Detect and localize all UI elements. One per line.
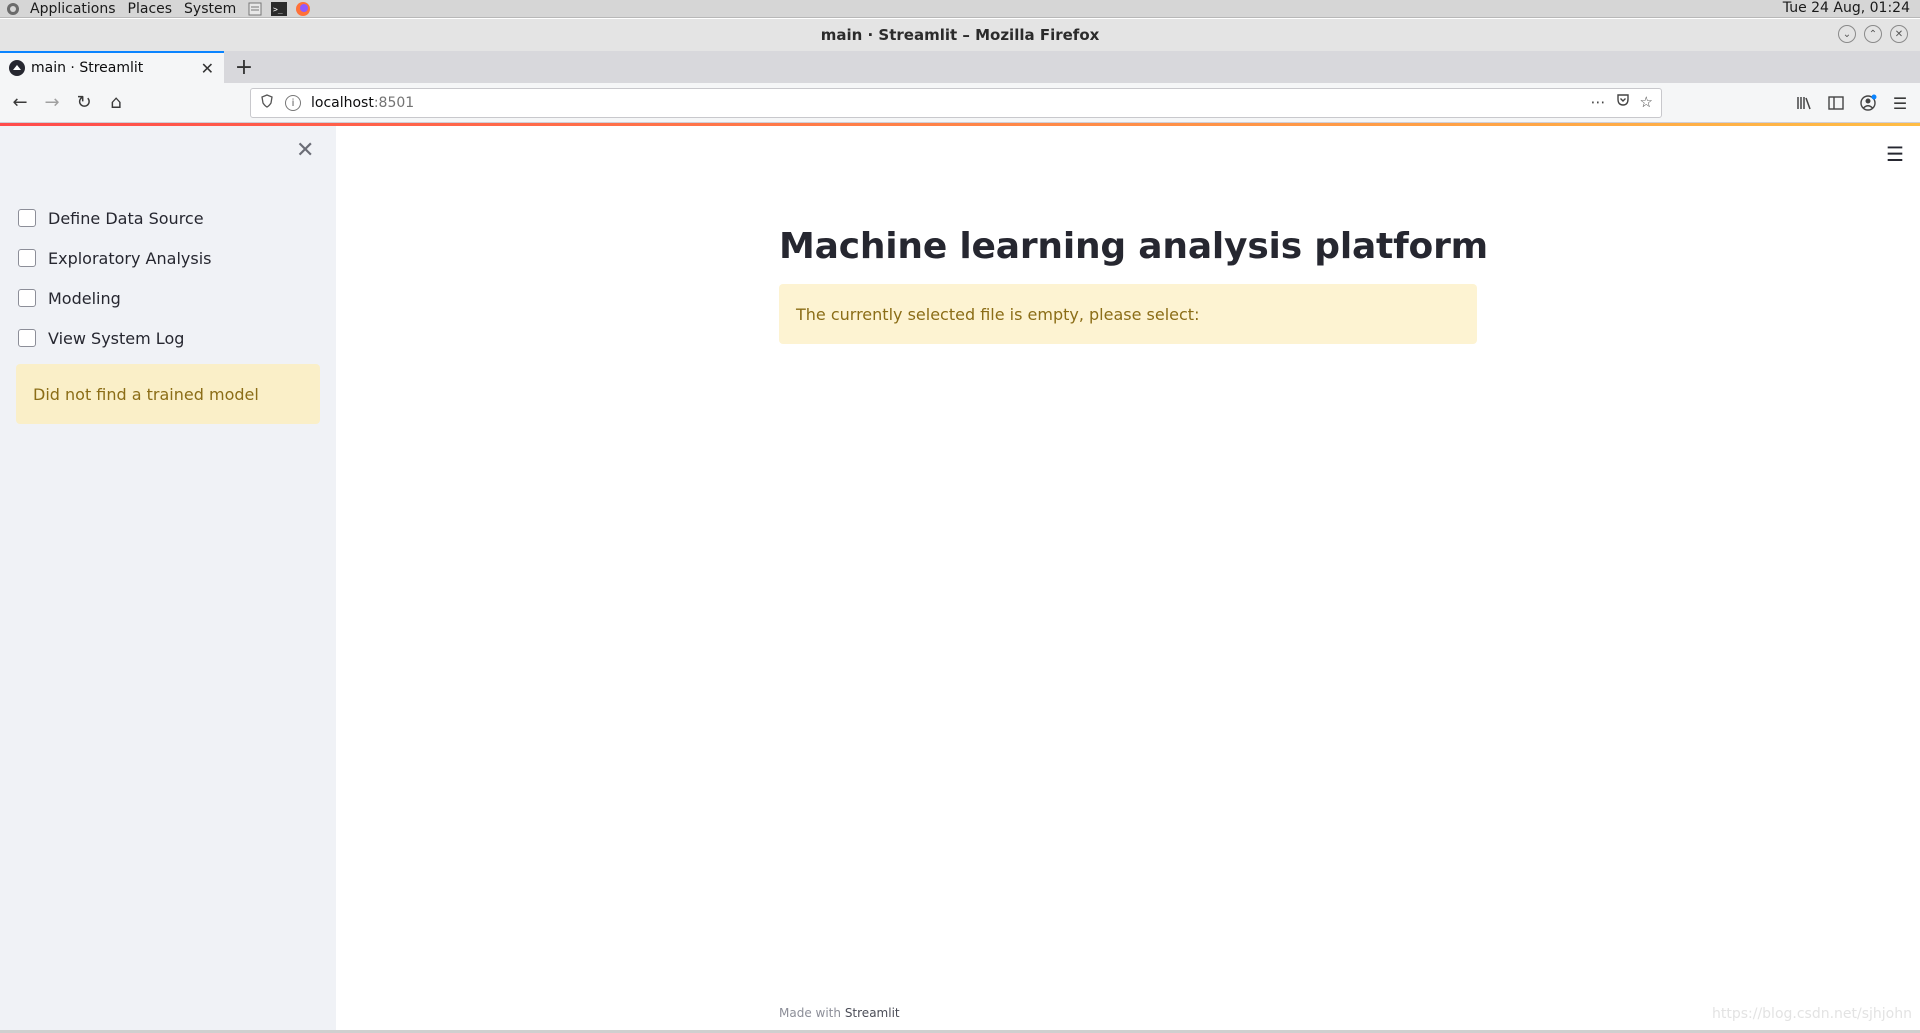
sidebar: ✕ Define Data Source Exploratory Analysi… bbox=[0, 126, 336, 1030]
firefox-launcher-icon[interactable] bbox=[294, 1, 312, 17]
back-arrow-icon[interactable]: ← bbox=[4, 87, 36, 119]
checkbox-label: Define Data Source bbox=[48, 208, 204, 228]
page-title: Machine learning analysis platform bbox=[779, 226, 1488, 267]
main-content: ☰ Machine learning analysis platform The… bbox=[336, 126, 1920, 1030]
checkbox-exploratory-analysis[interactable]: Exploratory Analysis bbox=[18, 246, 211, 270]
footer-streamlit-link[interactable]: Streamlit bbox=[845, 1006, 900, 1020]
window-title: main · Streamlit – Mozilla Firefox bbox=[820, 26, 1100, 44]
footer-prefix: Made with bbox=[779, 1006, 841, 1020]
checkbox-box[interactable] bbox=[18, 329, 36, 347]
account-icon[interactable] bbox=[1856, 87, 1880, 119]
svg-text:>_: >_ bbox=[273, 5, 283, 14]
tab-strip: main · Streamlit ✕ + bbox=[0, 51, 1920, 83]
forward-arrow-icon[interactable]: → bbox=[36, 87, 68, 119]
checkbox-label: View System Log bbox=[48, 328, 185, 348]
navigation-toolbar: ← → ↻ ⌂ i localhost :8501 ⋯ ☆ ☰ bbox=[0, 83, 1920, 123]
url-port: :8501 bbox=[373, 95, 415, 111]
sidebar-warning-alert: Did not find a trained model bbox=[16, 364, 320, 424]
applications-menu[interactable]: Applications bbox=[30, 0, 116, 18]
window-titlebar: main · Streamlit – Mozilla Firefox ⌄ ⌃ ✕ bbox=[0, 19, 1920, 51]
checkbox-modeling[interactable]: Modeling bbox=[18, 286, 121, 310]
streamlit-favicon-icon bbox=[9, 60, 25, 76]
footer: Made with Streamlit bbox=[779, 1006, 900, 1020]
tab-close-icon[interactable]: ✕ bbox=[201, 59, 214, 78]
clock[interactable]: Tue 24 Aug, 01:24 bbox=[1783, 0, 1910, 17]
gnome-logo-icon[interactable] bbox=[4, 1, 22, 17]
page-actions-more-icon[interactable]: ⋯ bbox=[1591, 93, 1606, 111]
url-host: localhost bbox=[311, 95, 374, 111]
desktop-top-panel: Applications Places System >_ Tue 24 Aug… bbox=[0, 0, 1920, 18]
pocket-icon[interactable] bbox=[1616, 93, 1630, 111]
bookmark-star-icon[interactable]: ☆ bbox=[1640, 93, 1653, 111]
home-icon[interactable]: ⌂ bbox=[100, 87, 132, 119]
system-menu[interactable]: System bbox=[184, 0, 236, 18]
watermark-text: https://blog.csdn.net/sjhjohn bbox=[1711, 1006, 1912, 1022]
checkbox-view-system-log[interactable]: View System Log bbox=[18, 326, 184, 350]
browser-tab-main[interactable]: main · Streamlit ✕ bbox=[0, 51, 224, 83]
sidebar-toggle-icon[interactable] bbox=[1824, 87, 1848, 119]
reload-icon[interactable]: ↻ bbox=[68, 87, 100, 119]
checkbox-box[interactable] bbox=[18, 289, 36, 307]
checkbox-label: Modeling bbox=[48, 288, 121, 308]
warning-alert: The currently selected file is empty, pl… bbox=[779, 284, 1477, 344]
places-menu[interactable]: Places bbox=[128, 0, 173, 18]
tracking-protection-shield-icon[interactable] bbox=[261, 94, 277, 112]
new-tab-button[interactable]: + bbox=[228, 52, 260, 82]
main-menu-hamburger-icon[interactable]: ☰ bbox=[1886, 142, 1904, 166]
checkbox-define-data-source[interactable]: Define Data Source bbox=[18, 206, 204, 230]
url-bar[interactable]: i localhost :8501 ⋯ ☆ bbox=[250, 88, 1662, 118]
app-menu-icon[interactable]: ☰ bbox=[1888, 87, 1912, 119]
checkbox-label: Exploratory Analysis bbox=[48, 248, 212, 268]
tab-label: main · Streamlit bbox=[31, 60, 144, 76]
file-manager-launcher-icon[interactable] bbox=[246, 1, 264, 17]
checkbox-box[interactable] bbox=[18, 209, 36, 227]
close-window-icon[interactable]: ✕ bbox=[1890, 25, 1908, 43]
library-icon[interactable] bbox=[1792, 87, 1816, 119]
site-info-icon[interactable]: i bbox=[285, 95, 301, 111]
checkbox-box[interactable] bbox=[18, 249, 36, 267]
sidebar-close-icon[interactable]: ✕ bbox=[296, 138, 314, 163]
maximize-window-icon[interactable]: ⌃ bbox=[1864, 25, 1882, 43]
terminal-launcher-icon[interactable]: >_ bbox=[270, 1, 288, 17]
minimize-window-icon[interactable]: ⌄ bbox=[1838, 25, 1856, 43]
